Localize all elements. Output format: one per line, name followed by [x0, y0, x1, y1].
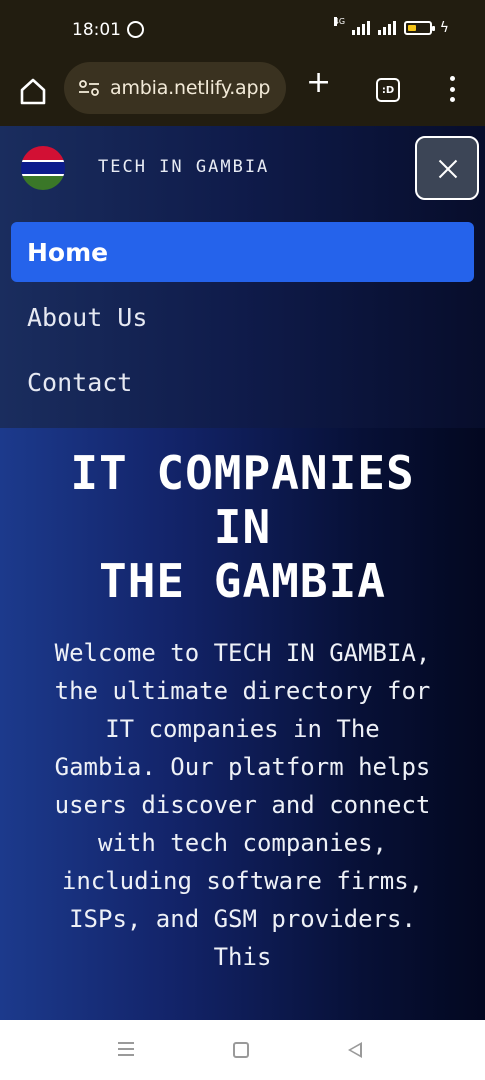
whatsapp-icon — [127, 21, 144, 38]
hero-description: Welcome to TECH IN GAMBIA, the ultimate … — [54, 639, 431, 971]
mobile-nav-menu: Home About Us Contact — [11, 222, 474, 417]
hero-title: IT COMPANIES IN THE GAMBIA — [0, 446, 485, 608]
more-vert-icon[interactable] — [449, 76, 455, 102]
hero-section: IT COMPANIES IN THE GAMBIA Welcome to TE… — [0, 446, 485, 976]
hero-title-line-3: THE GAMBIA — [99, 554, 386, 608]
network-label: 4G — [333, 17, 346, 26]
site-header: TECH IN GAMBIA Home About Us Contact — [0, 126, 485, 428]
tabs-icon[interactable]: :D — [376, 78, 400, 102]
hero-title-line-2: IN — [213, 500, 272, 554]
signal-icon-2 — [377, 21, 396, 35]
signal-icon: 4G — [333, 17, 370, 35]
close-menu-button[interactable] — [415, 136, 479, 200]
nav-item-contact[interactable]: Contact — [11, 352, 474, 412]
tab-count: :D — [381, 84, 395, 96]
plus-icon[interactable]: + — [306, 68, 331, 98]
site-brand[interactable]: TECH IN GAMBIA — [98, 157, 269, 177]
back-icon[interactable] — [348, 1042, 362, 1058]
home-icon[interactable] — [16, 74, 50, 108]
nav-item-about-us[interactable]: About Us — [11, 287, 474, 347]
address-bar[interactable]: ambia.netlify.app — [64, 62, 286, 114]
status-icons: 4G ϟ — [333, 17, 449, 36]
status-bar: 18:01 4G ϟ — [0, 0, 485, 62]
home-square-icon[interactable] — [233, 1042, 249, 1058]
hero-title-line-1: IT COMPANIES — [70, 446, 415, 500]
gambia-flag-logo[interactable] — [21, 146, 65, 190]
status-time: 18:01 — [72, 20, 121, 40]
url-text[interactable]: ambia.netlify.app — [110, 77, 270, 99]
browser-toolbar: ambia.netlify.app + :D — [0, 62, 485, 126]
system-nav-bar — [0, 1020, 485, 1080]
charging-icon: ϟ — [439, 20, 449, 36]
nav-item-home[interactable]: Home — [11, 222, 474, 282]
battery-icon — [403, 21, 435, 35]
web-page: TECH IN GAMBIA Home About Us Contact IT … — [0, 126, 485, 1020]
tune-icon[interactable] — [78, 79, 100, 97]
recents-icon[interactable] — [118, 1042, 134, 1056]
